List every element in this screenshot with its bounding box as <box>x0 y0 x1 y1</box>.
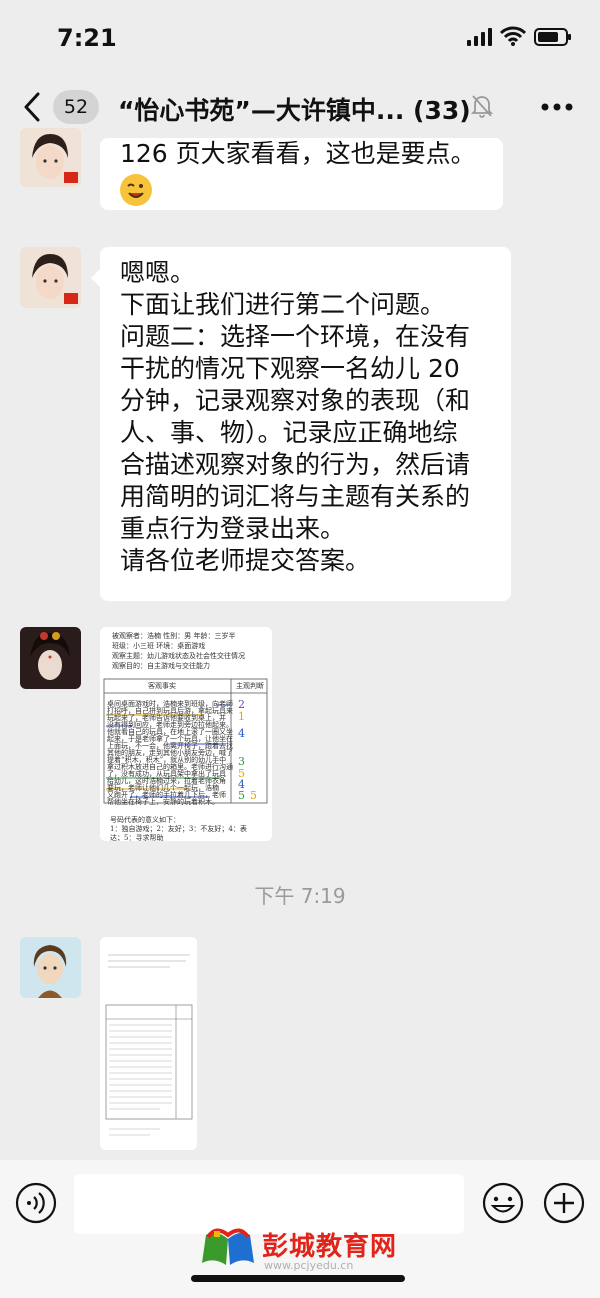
avatar[interactable] <box>20 247 81 308</box>
message-text: 干扰的情况下观察一名幼儿 20 <box>120 354 460 383</box>
message-input[interactable] <box>74 1174 464 1234</box>
chat-title: “怡心书苑”—大许镇中... (33) <box>118 96 471 125</box>
message-text: 合描述观察对象的行为，然后请 <box>120 450 471 479</box>
document-thumbnail-lines <box>100 937 197 1150</box>
chat-timestamp: 下午 7:19 <box>254 884 346 908</box>
column-header-objective: 客观事实 <box>148 682 176 690</box>
message-text: 问题二：选择一个环境，在没有 <box>120 322 471 351</box>
judgement-mark: 5 <box>250 789 257 802</box>
voice-input-icon[interactable] <box>14 1181 58 1225</box>
input-bar: 彭城教育网 www.pcjyedu.cn <box>0 1160 600 1298</box>
chat-bubble[interactable]: 嗯嗯。 下面让我们进行第二个问题。 问题二：选择一个环境，在没有 干扰的情况下观… <box>91 247 511 601</box>
avatar[interactable] <box>20 627 81 689</box>
battery-icon <box>534 28 571 46</box>
status-bar: 7:21 <box>0 0 600 80</box>
watermark-title: 彭城教育网 <box>262 1232 398 1262</box>
add-icon[interactable] <box>542 1181 586 1225</box>
message-text: 分钟，记录观察对象的表现（和 <box>120 386 471 415</box>
wifi-icon <box>500 26 526 46</box>
column-header-subjective: 主观判断 <box>236 682 264 690</box>
message-text: 下面让我们进行第二个问题。 <box>120 290 446 319</box>
emoji-icon[interactable] <box>481 1181 525 1225</box>
watermark-logo-icon <box>202 1228 254 1265</box>
avatar[interactable] <box>20 128 81 187</box>
judgement-mark: 4 <box>238 727 245 740</box>
watermark-url: www.pcjyedu.cn <box>264 1259 354 1272</box>
home-indicator <box>191 1275 405 1282</box>
message-text: 人、事、物）。记录应正确地综 <box>120 418 458 447</box>
winking-emoji-icon <box>120 174 152 206</box>
message-text: 126 页大家看看，这也是要点。 <box>120 139 476 168</box>
chat-header: 52 “怡心书苑”—大许镇中... (33) <box>0 80 600 136</box>
document-photo[interactable] <box>100 937 197 1150</box>
judgement-mark: 2 <box>238 698 245 711</box>
record-header-line: 观察目的：自主游戏与交往能力 <box>112 662 210 670</box>
unread-count-badge[interactable]: 52 <box>53 90 99 124</box>
message-text: 重点行为登录出来。 <box>120 514 346 543</box>
back-arrow-icon[interactable] <box>22 92 42 122</box>
observation-record-image[interactable]: 被观察者：浩楠 性别：男 年龄：三岁半 班级：小三班 环境：桌面游戏 观察主题：… <box>100 627 272 841</box>
record-body-line: 帮他坐在椅子上，安静的玩着积木。 <box>107 798 219 806</box>
signal-icon <box>467 28 492 46</box>
avatar[interactable] <box>20 937 81 998</box>
message-text: 请各位老师提交答案。 <box>120 546 371 575</box>
judgement-mark: 1 <box>238 710 245 723</box>
legend-line: 达；5：寻求帮助 <box>110 834 164 841</box>
judgement-mark: 5 <box>238 789 245 802</box>
mute-bell-icon <box>471 95 493 118</box>
judgement-mark: 3 <box>238 755 245 768</box>
chat-bubble[interactable]: 126 页大家看看，这也是要点。 <box>100 138 503 210</box>
more-options-icon[interactable] <box>541 103 573 111</box>
message-text: 用简明的词汇将与主题有关系的 <box>120 482 471 511</box>
message-text: 嗯嗯。 <box>120 258 196 287</box>
status-time: 7:21 <box>57 24 117 52</box>
